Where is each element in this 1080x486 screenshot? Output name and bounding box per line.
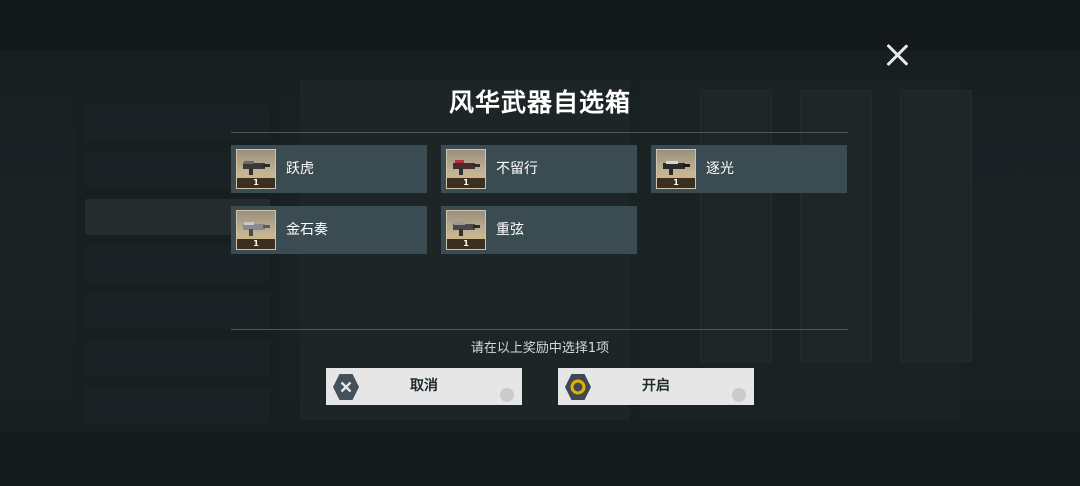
weapon-option[interactable]: 1 逐光 <box>651 145 847 193</box>
weapon-option[interactable]: 1 不留行 <box>441 145 637 193</box>
rifle-icon <box>453 222 480 236</box>
divider-bottom <box>231 329 848 330</box>
cancel-button[interactable]: 取消 <box>326 368 522 405</box>
cancel-label: 取消 <box>410 378 438 394</box>
decor-circle <box>500 388 514 402</box>
item-quantity: 1 <box>447 239 485 249</box>
rifle-icon <box>663 161 690 175</box>
dialog-title: 风华武器自选箱 <box>448 88 631 117</box>
item-quantity: 1 <box>447 178 485 188</box>
weapon-thumbnail: 1 <box>236 149 276 189</box>
rifle-icon <box>243 222 270 236</box>
weapon-name: 重弦 <box>496 222 524 238</box>
weapon-thumbnail: 1 <box>446 149 486 189</box>
open-button[interactable]: 开启 <box>558 368 754 405</box>
weapon-name: 跃虎 <box>286 161 314 177</box>
weapon-thumbnail: 1 <box>446 210 486 250</box>
divider-top <box>231 132 848 133</box>
close-icon[interactable] <box>884 42 910 68</box>
decor-circle <box>732 388 746 402</box>
weapon-name: 金石奏 <box>286 222 328 238</box>
selection-hint: 请在以上奖励中选择1项 <box>470 341 610 356</box>
weapon-option[interactable]: 1 跃虎 <box>231 145 427 193</box>
weapon-thumbnail: 1 <box>236 210 276 250</box>
rifle-icon <box>243 161 270 175</box>
weapon-name: 逐光 <box>706 161 734 177</box>
rifle-icon <box>453 160 480 175</box>
weapon-thumbnail: 1 <box>656 149 696 189</box>
item-quantity: 1 <box>657 178 695 188</box>
weapon-option[interactable]: 1 重弦 <box>441 206 637 254</box>
weapon-option[interactable]: 1 金石奏 <box>231 206 427 254</box>
weapon-name: 不留行 <box>496 161 538 177</box>
item-quantity: 1 <box>237 239 275 249</box>
open-label: 开启 <box>642 378 670 394</box>
item-quantity: 1 <box>237 178 275 188</box>
